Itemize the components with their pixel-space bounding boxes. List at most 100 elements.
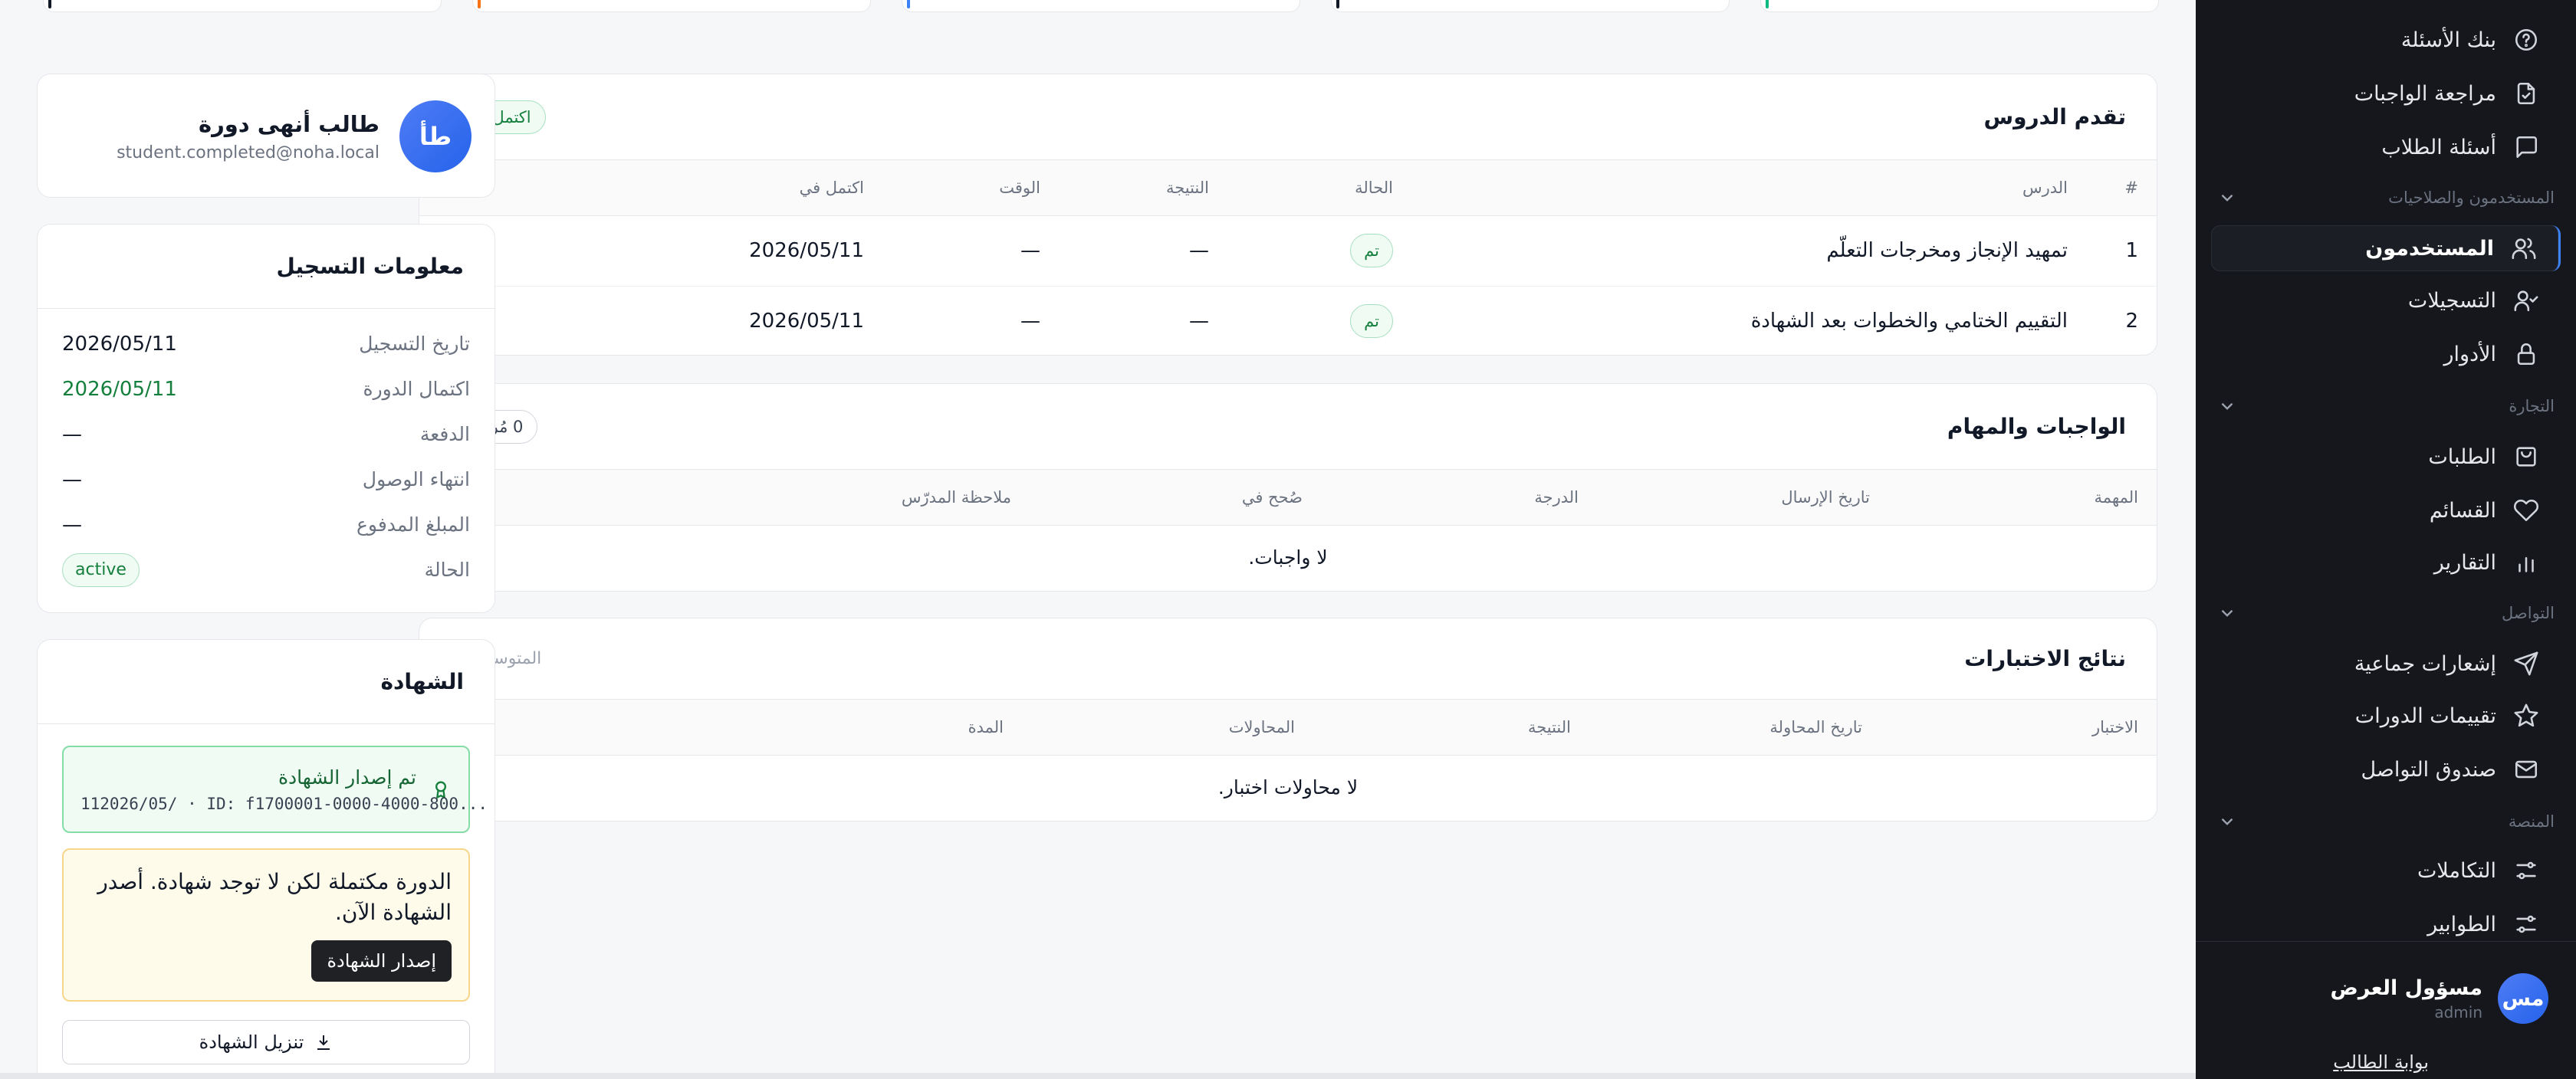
issue-certificate-button[interactable]: إصدار الشهادة [311, 940, 452, 982]
sidebar-item-enrollments[interactable]: التسجيلات [2211, 277, 2561, 323]
field-value: — [62, 467, 82, 491]
stat-card-stub [472, 0, 871, 12]
sidebar-item-users[interactable]: المستخدمون [2211, 225, 2561, 271]
sliders-icon [2513, 911, 2539, 937]
empty-state: لا واجبات. [1248, 546, 1328, 569]
column-header: المدة [419, 700, 1022, 756]
empty-state-row: لا محاولات اختبار. [419, 755, 2157, 819]
mail-icon [2513, 756, 2539, 782]
quiz-results-table: الاختبار تاريخ المحاولة النتيجة المحاولا… [419, 700, 2157, 819]
field-label: الدفعة [419, 423, 470, 445]
student-name: طالب أنهى دورة [198, 110, 380, 137]
student-email: student.completed@noha.local [117, 143, 380, 162]
section-title: المنصة [2508, 812, 2555, 831]
sidebar-item-coupons[interactable]: القسائم [2211, 487, 2561, 533]
stat-card-stub [1760, 0, 2159, 12]
sidebar-item-label: المستخدمون [2365, 236, 2494, 261]
sidebar-item-integrations[interactable]: التكاملات [2211, 848, 2561, 894]
sidebar-item-roles[interactable]: الأدوار [2211, 331, 2561, 377]
button-label: تنزيل الشهادة [199, 1031, 304, 1053]
sidebar-item-bulk-notifications[interactable]: إشعارات جماعية [2211, 641, 2561, 687]
column-header: ملاحظة المدرّس [419, 470, 1030, 526]
chevron-down-icon [2217, 396, 2237, 416]
shopping-bag-icon [2513, 444, 2539, 470]
profile-card: طأ طالب أنهى دورة student.completed@noha… [37, 74, 495, 198]
heart-icon [2513, 497, 2539, 523]
user-check-icon [2513, 287, 2539, 313]
status-badge: تم [1350, 304, 1393, 339]
lesson-title: التقييم الختامي والخطوات بعد الشهادة [1750, 310, 2068, 333]
sidebar-item-label: صندوق التواصل [2361, 757, 2496, 782]
avatar: مس [2498, 973, 2548, 1024]
table-row[interactable]: 1 تمهيد الإنجاز ومخرجات التعلّم تم — — 2… [419, 215, 2157, 287]
registration-info-card: معلومات التسجيل تاريخ التسجيل 2026/05/11… [37, 224, 495, 613]
sidebar-item-label: الطلبات [2428, 444, 2496, 469]
current-user[interactable]: مس مسؤول العرض admin [2331, 973, 2548, 1024]
column-header: المحاولات [1022, 700, 1313, 756]
sidebar-item-reports[interactable]: التقارير [2211, 540, 2561, 585]
lesson-time: — [882, 215, 1059, 287]
certificate-id: 112026/05/ · ID: f1700001-0000-4000-800.… [80, 794, 488, 813]
assignments-table: المهمة تاريخ الإرسال الدرجة صُحح في ملاح… [419, 470, 2157, 589]
course-completion-row: اكتمال الدورة 2026/05/11 [38, 366, 495, 412]
sidebar-item-student-questions[interactable]: أسئلة الطلاب [2211, 124, 2561, 170]
column-header: الوقت [882, 160, 1059, 216]
sidebar: بنك الأسئلة مراجعة الواجبات أسئلة الطلاب… [2196, 0, 2576, 1079]
field-value: — [62, 513, 82, 536]
send-icon [2513, 651, 2539, 677]
sidebar-item-label: الطوابير [2427, 912, 2496, 936]
sidebar-divider [2196, 941, 2576, 942]
column-header: الدرجة [1321, 470, 1597, 526]
column-header: الدرس [1411, 160, 2086, 216]
download-certificate-button[interactable]: تنزيل الشهادة [62, 1020, 470, 1064]
student-portal-link[interactable]: بوابة الطالب [2333, 1051, 2429, 1073]
section-users-permissions[interactable]: المستخدمون والصلاحيات [2217, 182, 2555, 213]
column-header: تاريخ المحاولة [1589, 700, 1881, 756]
table-row[interactable]: 2 التقييم الختامي والخطوات بعد الشهادة ت… [419, 286, 2157, 355]
field-value: 2026/05/11 [62, 332, 177, 356]
certificate-warning: الدورة مكتملة لكن لا توجد شهادة. أصدر ال… [62, 848, 470, 1002]
sidebar-item-contact-inbox[interactable]: صندوق التواصل [2211, 746, 2561, 792]
help-circle-icon [2513, 27, 2539, 53]
sidebar-item-label: بنك الأسئلة [2400, 28, 2496, 52]
page-bottom-edge [0, 1073, 2196, 1079]
amount-paid-row: المبلغ المدفوع — [38, 502, 495, 547]
star-icon [2513, 703, 2539, 729]
column-header: النتيجة [1313, 700, 1589, 756]
sidebar-item-label: التسجيلات [2407, 288, 2496, 313]
status-badge: active [62, 553, 140, 587]
sidebar-item-label: إشعارات جماعية [2354, 651, 2496, 676]
column-header: صُحح في [1030, 470, 1321, 526]
lesson-number: 2 [2125, 310, 2138, 333]
certificate-issued-notice: تم إصدار الشهادة 112026/05/ · ID: f17000… [62, 746, 488, 833]
column-header: # [2086, 160, 2157, 216]
quiz-results-card: نتائج الاختبارات المتوسط: — الاختبار تار… [419, 618, 2157, 822]
batch-row: الدفعة — [38, 412, 495, 457]
column-header: الحالة [1227, 160, 1411, 216]
section-platform[interactable]: المنصة [2217, 806, 2555, 837]
bar-chart-icon [2513, 549, 2539, 576]
users-icon [2511, 235, 2537, 261]
sliders-icon [2513, 858, 2539, 884]
lesson-score: — [1189, 310, 1209, 333]
status-row: الحالة active [38, 547, 495, 592]
sidebar-item-assignment-review[interactable]: مراجعة الواجبات [2211, 71, 2561, 116]
sidebar-item-queues[interactable]: الطوابير [2211, 901, 2561, 947]
message-square-icon [2513, 134, 2539, 160]
sidebar-item-course-reviews[interactable]: تقييمات الدورات [2211, 693, 2561, 739]
field-label: اكتمال الدورة [363, 378, 470, 400]
section-commerce[interactable]: التجارة [2217, 391, 2555, 421]
section-communication[interactable]: التواصل [2217, 598, 2555, 628]
card-title: الواجبات والمهام [1947, 414, 2126, 439]
registration-date-row: تاريخ التسجيل 2026/05/11 [38, 321, 495, 366]
assignments-card: الواجبات والمهام 0 مُرسل المهمة تاريخ ال… [419, 383, 2157, 592]
sidebar-item-label: القسائم [2429, 498, 2496, 523]
column-header: تاريخ الإرسال [1597, 470, 1888, 526]
sidebar-item-label: مراجعة الواجبات [2354, 81, 2496, 106]
stat-card-stub [1331, 0, 1730, 12]
sidebar-item-orders[interactable]: الطلبات [2211, 434, 2561, 480]
sidebar-item-question-bank[interactable]: بنك الأسئلة [2211, 17, 2561, 63]
lessons-progress-card: تقدم الدروس اكتمل الكل # الدرس الحالة ال… [419, 74, 2157, 356]
chevron-down-icon [2217, 188, 2237, 208]
empty-state: لا محاولات اختبار. [1217, 776, 1359, 799]
